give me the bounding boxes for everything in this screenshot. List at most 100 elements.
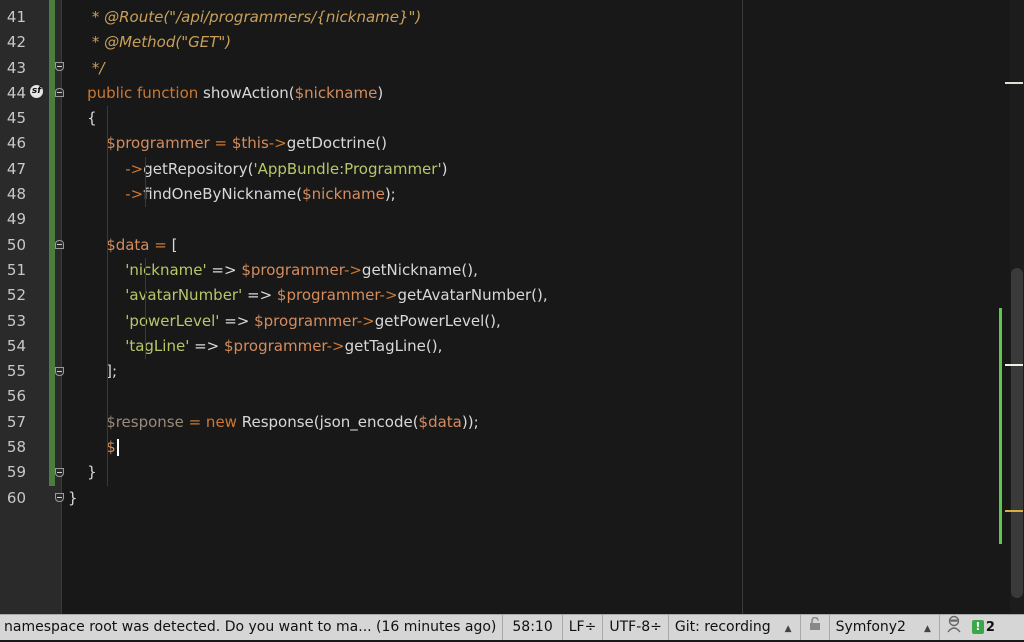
code-token: getNickname(), [361,260,478,279]
code-token: => [242,286,277,305]
code-token: = [149,235,172,254]
line-ending-selector[interactable]: LF÷ [563,615,603,640]
code-token: ); [384,185,396,204]
code-line[interactable]: $ [68,435,738,461]
line-number[interactable]: 57 [0,410,26,435]
scroll-mark-cursor[interactable] [1005,364,1023,366]
code-line[interactable]: 'tagLine' => $programmer->getTagLine(), [68,333,738,360]
line-number[interactable]: 41 [0,5,26,30]
line-number[interactable]: 60 [0,486,26,511]
code-line[interactable]: 'nickname' => $programmer->getNickname()… [68,257,738,284]
code-line[interactable]: $response = new Response(json_encode($da… [68,409,738,436]
line-number[interactable]: 51 [0,258,26,283]
framework-selector[interactable]: Symfony2 ▲ [830,615,939,640]
code-token: = [209,134,232,153]
line-number[interactable]: 47 [0,157,26,182]
code-token: getTagLine(), [344,336,443,355]
symfony-icon[interactable]: sf [30,85,43,98]
code-token: )); [461,412,479,431]
code-token: $nickname [302,185,385,204]
hector-icon[interactable] [940,615,968,640]
code-token: $programmer [254,311,357,330]
code-line[interactable]: ]; [68,359,738,385]
line-number[interactable]: 55 [0,359,26,384]
line-number[interactable]: 59 [0,460,26,485]
code-line[interactable]: 'avatarNumber' => $programmer->getAvatar… [68,283,738,309]
indent-guide [145,182,146,208]
editor-gutter[interactable]: 41 42 43 44 45 46 47 48 49 50 51 52 53 54 55 56 57 58 59 60… [0,0,64,614]
code-line[interactable]: { [68,106,738,132]
code-line[interactable]: public function showAction($nickname) [68,81,738,106]
fold-marker-43[interactable] [55,62,64,71]
code-token: -> [268,134,287,153]
code-token: showAction( [203,83,295,102]
event-log-icon: ! [971,620,984,634]
scroll-mark-top[interactable] [1005,82,1023,84]
code-line[interactable]: */ [68,56,738,81]
code-line[interactable]: ->getRepository('AppBundle:Programmer') [68,156,738,183]
code-token: $programmer [68,134,210,153]
line-number[interactable]: 54 [0,334,26,359]
fold-marker-55[interactable] [55,367,64,376]
code-token: * @Route("/api/programmers/{nickname}") [68,8,422,26]
code-line[interactable]: $programmer = $this->getDoctrine() [68,131,738,157]
line-number[interactable]: 56 [0,384,26,409]
caret-position[interactable]: 58:10 [503,615,561,640]
code-token: } [68,488,78,507]
scroll-mark-warning[interactable] [1005,510,1023,512]
code-line[interactable] [68,384,738,410]
status-message[interactable]: namespace root was detected. Do you want… [0,615,502,640]
code-token: getDoctrine() [286,134,388,153]
code-token: $response [68,412,184,431]
line-number[interactable]: 53 [0,309,26,334]
line-number[interactable]: 44 [0,81,26,106]
fold-marker-60[interactable] [55,493,64,502]
indent-guide [107,106,108,132]
line-number[interactable]: 43 [0,56,26,81]
code-token: ]; [68,362,118,381]
encoding-selector[interactable]: UTF-8÷ [603,615,668,640]
vcs-branch-selector[interactable]: Git: recording ▲ [669,615,800,640]
right-margin-guide [742,0,743,614]
scroll-mark-green[interactable] [999,308,1002,544]
code-token: { [68,109,97,128]
code-token: $data [68,235,150,254]
line-number[interactable]: 48 [0,182,26,207]
indent-guide [107,182,108,208]
fold-marker-50[interactable] [55,240,64,249]
code-token: 'tagLine' [68,336,190,355]
code-line[interactable]: $data = [ [68,232,738,258]
code-token: getRepository( [143,159,254,178]
indent-guide [145,333,146,360]
code-token: -> [343,260,362,279]
code-line[interactable]: } [68,486,738,511]
code-token: getAvatarNumber(), [397,286,548,305]
indent-guide [107,308,108,334]
code-line[interactable] [68,207,738,233]
code-area[interactable]: * @Route("/api/programmers/{nickname}") … [68,5,738,511]
code-editor[interactable]: 41 42 43 44 45 46 47 48 49 50 51 52 53 54 55 56 57 58 59 60… [0,0,1024,614]
code-line[interactable]: ->findOneByNickname($nickname); [68,182,738,208]
code-line[interactable]: * @Route("/api/programmers/{nickname}") [68,5,738,30]
line-number[interactable]: 49 [0,207,26,232]
notifications[interactable]: ! 2 [968,615,999,640]
line-number[interactable]: 42 [0,30,26,55]
unlock-icon[interactable] [801,615,829,640]
vcs-branch-label: Git: recording [674,619,771,635]
code-token: ) [441,159,448,178]
code-line[interactable]: } [68,460,738,486]
code-token: $ [68,438,116,457]
code-line[interactable]: 'powerLevel' => $programmer->getPowerLev… [68,308,738,334]
line-number[interactable]: 52 [0,283,26,308]
line-number[interactable]: 46 [0,131,26,156]
fold-marker-44[interactable] [55,88,64,97]
line-number[interactable]: 45 [0,106,26,131]
fold-marker-59[interactable] [55,468,64,477]
scrollbar-thumb[interactable] [1011,268,1023,598]
line-number[interactable]: 58 [0,435,26,460]
code-token: 'powerLevel' [68,311,220,330]
code-token: } [68,463,97,482]
indent-guide [107,333,108,360]
code-line[interactable]: * @Method("GET") [68,30,738,55]
line-number[interactable]: 50 [0,233,26,258]
